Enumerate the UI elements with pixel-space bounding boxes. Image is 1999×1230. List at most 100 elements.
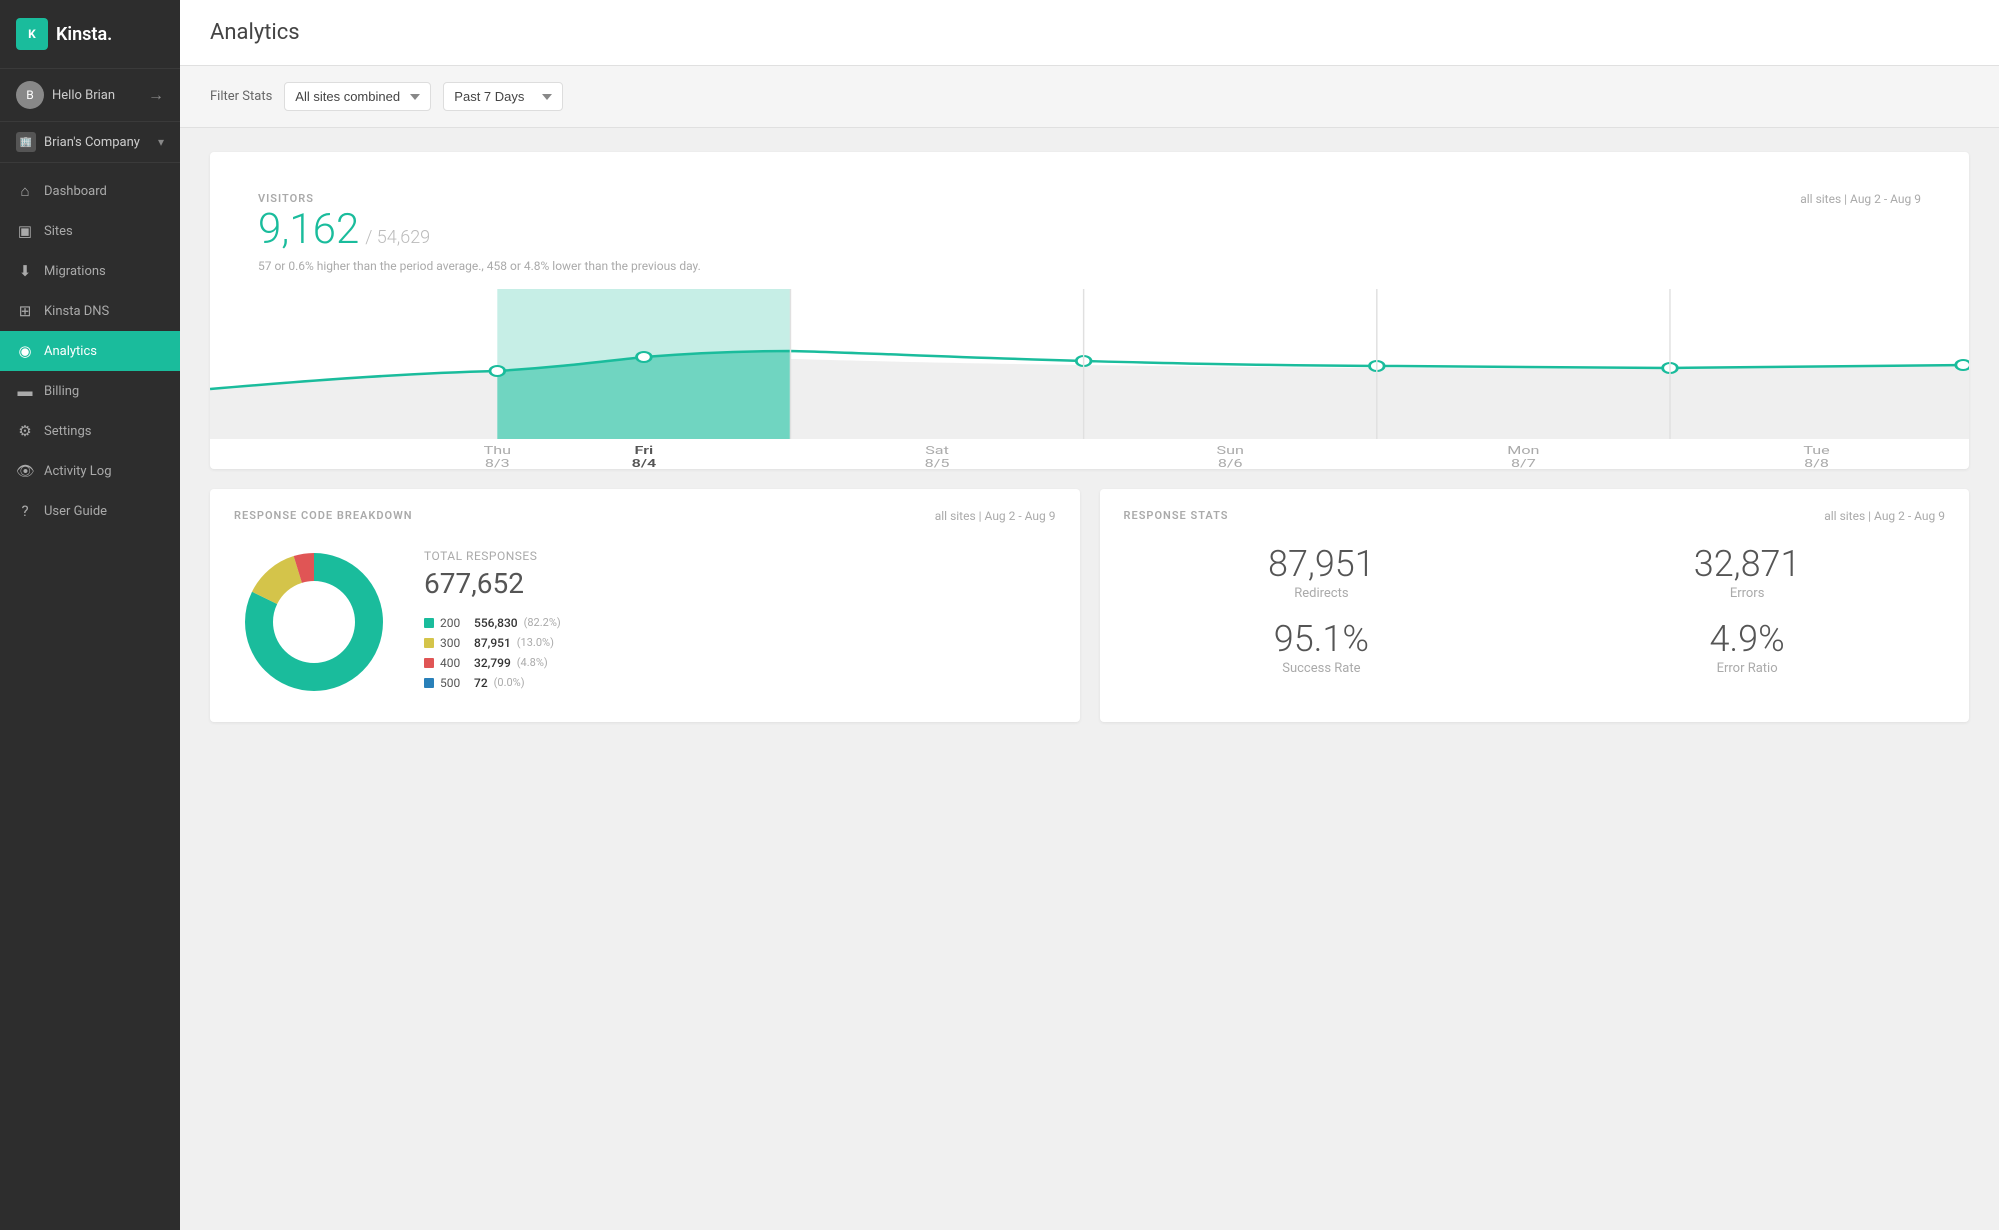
stats-grid: 87,951 Redirects 32,871 Errors 95.1% Suc…: [1124, 546, 1946, 676]
svg-text:8/3: 8/3: [485, 457, 510, 469]
legend-dot-300: [424, 638, 434, 648]
sidebar: K Kinsta. B Hello Brian → 🏢 Brian's Comp…: [0, 0, 180, 1230]
sidebar-item-user-guide[interactable]: ? User Guide: [0, 491, 180, 531]
sidebar-item-label: Billing: [44, 384, 79, 399]
visitors-date-range: all sites | Aug 2 - Aug 9: [1800, 192, 1921, 206]
sidebar-item-analytics[interactable]: ◉ Analytics: [0, 331, 180, 371]
total-label: Total Responses: [424, 549, 561, 563]
sidebar-item-dashboard[interactable]: ⌂ Dashboard: [0, 171, 180, 211]
page-title: Analytics: [210, 20, 1969, 45]
sidebar-item-kinsta-dns[interactable]: ⊞ Kinsta DNS: [0, 291, 180, 331]
legend-500: 500 72 (0.0%): [424, 676, 561, 690]
sidebar-nav: ⌂ Dashboard ▣ Sites ⬇ Migrations ⊞ Kinst…: [0, 163, 180, 1230]
breakdown-section-label: RESPONSE CODE BREAKDOWN: [234, 509, 413, 522]
main-content: Analytics Filter Stats All sites combine…: [180, 0, 1999, 1230]
activity-log-icon: 👁: [16, 462, 34, 480]
breakdown-header: RESPONSE CODE BREAKDOWN all sites | Aug …: [234, 509, 1056, 526]
total-value: 677,652: [424, 567, 561, 600]
breakdown-legend-area: Total Responses 677,652 200 556,830 (82.…: [424, 549, 561, 696]
breakdown-date-range: all sites | Aug 2 - Aug 9: [935, 509, 1056, 523]
visitors-header: VISITORS 9,162 / 54,629 all sites | Aug …: [258, 192, 1921, 251]
user-name: Hello Brian: [52, 88, 115, 103]
svg-text:Sun: Sun: [1217, 444, 1244, 457]
legend-code-200: 200: [440, 616, 468, 630]
response-stats-card: RESPONSE STATS all sites | Aug 2 - Aug 9…: [1100, 489, 1970, 722]
legend-200: 200 556,830 (82.2%): [424, 616, 561, 630]
legend: 200 556,830 (82.2%) 300 87,951 (13.0%): [424, 616, 561, 690]
page-header: Analytics: [180, 0, 1999, 66]
sidebar-item-label: Migrations: [44, 264, 106, 279]
logo-text: Kinsta.: [56, 24, 112, 45]
visitors-section-label: VISITORS: [258, 192, 430, 205]
company-section[interactable]: 🏢 Brian's Company ▾: [0, 122, 180, 163]
sidebar-item-sites[interactable]: ▣ Sites: [0, 211, 180, 251]
error-ratio-value: 4.9%: [1549, 621, 1945, 657]
sidebar-item-label: Analytics: [44, 344, 97, 359]
logout-icon[interactable]: →: [148, 85, 164, 105]
stats-section-label: RESPONSE STATS: [1124, 509, 1229, 522]
response-breakdown-card: RESPONSE CODE BREAKDOWN all sites | Aug …: [210, 489, 1080, 722]
content-area: VISITORS 9,162 / 54,629 all sites | Aug …: [180, 128, 1999, 746]
svg-text:Sat: Sat: [925, 444, 949, 457]
sidebar-item-label: Activity Log: [44, 464, 112, 479]
legend-pct-300: (13.0%): [517, 636, 554, 649]
user-section[interactable]: B Hello Brian →: [0, 69, 180, 122]
legend-value-400: 32,799: [474, 656, 511, 670]
redirects-value: 87,951: [1124, 546, 1520, 582]
user-info: B Hello Brian: [16, 81, 115, 109]
svg-text:8/6: 8/6: [1218, 457, 1243, 469]
settings-icon: ⚙: [16, 422, 34, 440]
filter-stats-label: Filter Stats: [210, 89, 272, 104]
legend-value-500: 72: [474, 676, 488, 690]
visitors-main-value: 9,162: [258, 209, 359, 251]
avatar: B: [16, 81, 44, 109]
migrations-icon: ⬇: [16, 262, 34, 280]
filter-bar: Filter Stats All sites combined Site 1 S…: [180, 66, 1999, 128]
svg-text:8/5: 8/5: [925, 457, 950, 469]
sidebar-item-label: User Guide: [44, 504, 107, 519]
legend-value-300: 87,951: [474, 636, 511, 650]
company-name: Brian's Company: [44, 135, 140, 150]
error-ratio-label: Error Ratio: [1549, 661, 1945, 676]
stat-error-ratio: 4.9% Error Ratio: [1549, 621, 1945, 676]
legend-pct-200: (82.2%): [524, 616, 561, 629]
stat-redirects: 87,951 Redirects: [1124, 546, 1520, 601]
sidebar-item-label: Settings: [44, 424, 91, 439]
billing-icon: ▬: [16, 382, 34, 400]
company-info: 🏢 Brian's Company: [16, 132, 140, 152]
sidebar-item-activity-log[interactable]: 👁 Activity Log: [0, 451, 180, 491]
company-icon: 🏢: [16, 132, 36, 152]
sites-icon: ▣: [16, 222, 34, 240]
bottom-row: RESPONSE CODE BREAKDOWN all sites | Aug …: [210, 489, 1969, 722]
svg-text:8/7: 8/7: [1511, 457, 1536, 469]
analytics-icon: ◉: [16, 342, 34, 360]
sidebar-logo: K Kinsta.: [0, 0, 180, 69]
stat-errors: 32,871 Errors: [1549, 546, 1945, 601]
svg-text:8/4: 8/4: [632, 457, 657, 469]
success-rate-value: 95.1%: [1124, 621, 1520, 657]
legend-300: 300 87,951 (13.0%): [424, 636, 561, 650]
sidebar-item-billing[interactable]: ▬ Billing: [0, 371, 180, 411]
svg-text:Mon: Mon: [1507, 444, 1539, 457]
errors-value: 32,871: [1549, 546, 1945, 582]
svg-text:8/8: 8/8: [1804, 457, 1829, 469]
period-filter-select[interactable]: Past 7 Days Past 30 Days Past 60 Days: [443, 82, 563, 111]
stat-success-rate: 95.1% Success Rate: [1124, 621, 1520, 676]
legend-pct-400: (4.8%): [517, 656, 548, 669]
visitors-numbers: 9,162 / 54,629: [258, 209, 430, 251]
legend-dot-200: [424, 618, 434, 628]
sidebar-item-settings[interactable]: ⚙ Settings: [0, 411, 180, 451]
dns-icon: ⊞: [16, 302, 34, 320]
svg-text:Thu: Thu: [484, 444, 511, 457]
legend-code-400: 400: [440, 656, 468, 670]
sidebar-item-label: Dashboard: [44, 184, 107, 199]
site-filter-select[interactable]: All sites combined Site 1 Site 2: [284, 82, 431, 111]
donut-chart: [234, 542, 394, 702]
chevron-down-icon: ▾: [158, 135, 164, 149]
svg-text:Tue: Tue: [1803, 444, 1829, 457]
user-guide-icon: ?: [16, 502, 34, 520]
visitors-total-value: / 54,629: [365, 227, 430, 248]
sidebar-item-migrations[interactable]: ⬇ Migrations: [0, 251, 180, 291]
logo-icon: K: [16, 18, 48, 50]
legend-value-200: 556,830: [474, 616, 518, 630]
